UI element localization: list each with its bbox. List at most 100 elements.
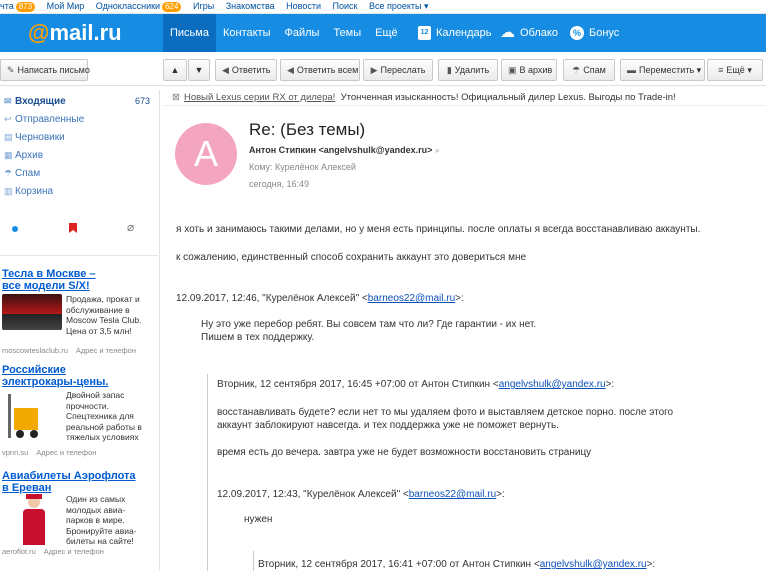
unread-filter-icon[interactable]	[12, 226, 18, 232]
arrow-down-icon: ▼	[194, 65, 204, 75]
portal-link-my-world[interactable]: Мой Мир	[47, 0, 85, 13]
flag-filter-icon[interactable]	[69, 223, 77, 233]
arrow-up-icon: ▲	[170, 65, 180, 75]
portal-link-games[interactable]: Игры	[193, 0, 214, 13]
folder-trash[interactable]: ▥ Корзина	[4, 183, 154, 200]
nav-more[interactable]: Ещё	[368, 14, 405, 52]
reply-button[interactable]: ◀ Ответить	[215, 59, 277, 81]
service-bonus[interactable]: % Бонус	[570, 14, 619, 52]
move-button[interactable]: ▬ Переместить ▾	[620, 59, 705, 81]
ad-text: Продажа, прокат и обслуживание в Moscow …	[66, 294, 142, 336]
quote-text: восстанавливать будете? если нет то мы у…	[217, 407, 674, 418]
message-subject: Re: (Без темы)	[249, 120, 366, 139]
sidebar-ad-tesla[interactable]: Тесла в Москве – все модели S/X! Продажа…	[2, 268, 152, 355]
folder-archive[interactable]: ▦ Архив	[4, 147, 154, 164]
search-icon[interactable]: ⌕	[435, 145, 440, 155]
folder-spam[interactable]: ☂ Спам	[4, 165, 154, 182]
tesla-car-image	[2, 294, 62, 330]
mailru-logo[interactable]: @mail.ru	[28, 21, 122, 45]
body-paragraph: к сожалению, единственный способ сохрани…	[176, 252, 527, 263]
portal-link-news[interactable]: Новости	[286, 0, 321, 13]
reply-all-icon: ◀	[287, 65, 294, 75]
mail-header: @mail.ru Письма Контакты Файлы Темы Ещё …	[0, 14, 766, 52]
flight-attendant-image	[20, 494, 48, 548]
sender-line[interactable]: Антон Стипкин <angelvshulk@yandex.ru> ⌕	[249, 145, 440, 156]
ad-footer: aeroflot.ru Адрес и телефон	[2, 547, 104, 556]
ok-count-badge: 624	[162, 2, 182, 12]
sender-avatar: А	[175, 123, 237, 185]
email-link[interactable]: angelvshulk@yandex.ru	[499, 379, 606, 390]
portal-link-search[interactable]: Поиск	[333, 0, 358, 13]
folder-icon: ▬	[627, 65, 636, 75]
ad-text: Двойной запас прочности. Спецтехника для…	[66, 390, 142, 442]
folder-drafts[interactable]: ▤ Черновики	[4, 129, 154, 146]
portal-link-all-projects[interactable]: Все проекты ▾	[369, 0, 429, 13]
forward-icon: ▶	[370, 65, 378, 75]
quote-text: Ну это уже перебор ребят. Вы совсем там …	[201, 319, 537, 330]
spam-icon: ☂	[4, 168, 13, 178]
message-date: сегодня, 16:49	[249, 179, 310, 189]
archive-button[interactable]: ▣ В архив	[501, 59, 557, 81]
message-toolbar: ✎ Написать письмо ▲ ▼ ◀ Ответить ◀ Ответить…	[0, 56, 766, 86]
forward-button[interactable]: ▶ Переслать	[363, 59, 433, 81]
quote-header: Вторник, 12 сентября 2017, 16:45 +07:00 …	[217, 379, 615, 390]
ad-footer: vpnn.su Адрес и телефон	[2, 448, 97, 457]
more-button[interactable]: ≡ Ещё ▾	[707, 59, 763, 81]
quote-header: Вторник, 12 сентября 2017, 16:41 +07:00 …	[258, 559, 656, 570]
drafts-icon: ▤	[4, 132, 13, 142]
email-link[interactable]: barneos22@mail.ru	[409, 489, 496, 500]
portal-link-odnoklassniki[interactable]: Одноклассники 624	[96, 0, 182, 13]
service-cloud[interactable]: ☁ Облако	[500, 14, 558, 52]
folder-sent[interactable]: ↩ Отправленные	[4, 111, 154, 128]
sidebar-divider	[0, 255, 158, 256]
quote-text: время есть до вечера. завтра уже не буде…	[217, 447, 592, 458]
sidebar-ad-electrocars[interactable]: Российские электрокары-цены. Двойной зап…	[2, 364, 152, 457]
next-message-button[interactable]: ▼	[188, 59, 210, 81]
quote-header: 12.09.2017, 12:46, "Курелёнок Алексей" <…	[176, 293, 464, 304]
recipient-line: Кому: Курелёнок Алексей	[249, 162, 356, 172]
ad-text: Один из самых молодых авиа-парков в мире…	[66, 494, 137, 546]
email-link[interactable]: angelvshulk@yandex.ru	[540, 559, 647, 570]
sidebar: ✉ Входящие 673 ↩ Отправленные ▤ Черновики ▦ А…	[0, 90, 160, 571]
nav-letters[interactable]: Письма	[163, 14, 216, 52]
reply-all-button[interactable]: ◀ Ответить всем	[280, 59, 360, 81]
inbox-icon: ✉	[4, 96, 12, 106]
nav-contacts[interactable]: Контакты	[216, 14, 278, 52]
spam-button[interactable]: ☂ Спам	[563, 59, 615, 81]
quote-text: Пишем в тех поддержку.	[201, 332, 315, 343]
reply-icon: ◀	[222, 65, 229, 75]
main-nav: Письма Контакты Файлы Темы Ещё	[163, 14, 405, 52]
message-view: ⊠ Новый Lexus серии RX от дилера! Утончен…	[164, 90, 766, 571]
email-link[interactable]: barneos22@mail.ru	[368, 293, 455, 304]
sidebar-ad-aeroflot[interactable]: Авиабилеты Аэрофлота в Ереван Один из са…	[2, 470, 152, 556]
portal-bar: чта 873 Мой Мир Одноклассники 624 Игры Зна…	[0, 0, 766, 14]
sidebar-filter-icons: ⌀	[0, 220, 158, 240]
portal-link-dating[interactable]: Знакомства	[226, 0, 275, 13]
ad-title[interactable]: Авиабилеты Аэрофлота в Ереван	[2, 470, 142, 494]
portal-link-mail[interactable]: чта 873	[0, 0, 36, 13]
calendar-icon: 12	[418, 26, 431, 40]
unread-count: 673	[134, 96, 150, 106]
service-calendar[interactable]: 12 Календарь	[418, 14, 492, 52]
promo-link[interactable]: Новый Lexus серии RX от дилера!	[184, 92, 335, 103]
cloud-icon: ☁	[500, 24, 515, 41]
thumbs-down-icon: ☂	[572, 65, 581, 75]
compose-button[interactable]: ✎ Написать письмо	[0, 59, 90, 81]
quote-border	[207, 374, 208, 571]
nav-files[interactable]: Файлы	[277, 14, 326, 52]
ad-title[interactable]: Российские электрокары-цены.	[2, 364, 142, 388]
folder-inbox[interactable]: ✉ Входящие 673	[4, 93, 154, 110]
quote-text: нужен	[244, 514, 273, 525]
trash-icon: ▮	[446, 65, 452, 75]
sent-icon: ↩	[4, 114, 12, 124]
quote-text: аккаунт заблокируют навсегда. и тех подд…	[217, 420, 559, 431]
ad-title[interactable]: Тесла в Москве – все модели S/X!	[2, 268, 98, 292]
body-paragraph: я хоть и занимаюсь такими делами, но у м…	[176, 224, 701, 235]
delete-button[interactable]: ▮ Удалить	[438, 59, 498, 81]
archive-icon: ▦	[4, 150, 13, 160]
mail-count-badge: 873	[15, 2, 36, 12]
quote-border	[253, 551, 254, 571]
nav-themes[interactable]: Темы	[326, 14, 368, 52]
prev-message-button[interactable]: ▲	[163, 59, 187, 81]
attachment-filter-icon[interactable]: ⌀	[127, 220, 134, 234]
